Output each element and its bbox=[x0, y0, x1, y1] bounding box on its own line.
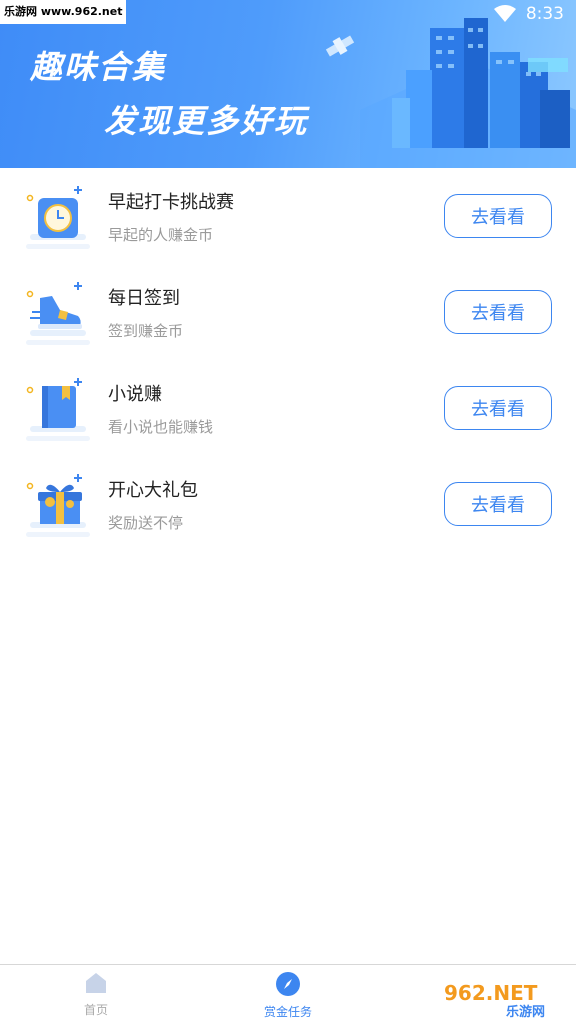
task-subtitle: 看小说也能赚钱 bbox=[108, 418, 214, 436]
tab-label: 首页 bbox=[83, 1003, 108, 1017]
compass-icon bbox=[276, 972, 300, 996]
task-title: 早起打卡挑战赛 bbox=[108, 192, 234, 213]
task-item-gift-pack: 开心大礼包 奖励送不停 去看看 bbox=[0, 468, 576, 564]
task-title: 小说赚 bbox=[108, 384, 162, 405]
tab-label: 赏金任务 bbox=[263, 1005, 312, 1019]
task-subtitle: 签到赚金币 bbox=[108, 322, 184, 340]
watermark-label: 乐游网 www.962.net bbox=[0, 0, 127, 24]
task-title: 每日签到 bbox=[108, 288, 180, 309]
gift-icon bbox=[26, 474, 90, 537]
clock-icon bbox=[26, 186, 90, 249]
task-item-novel: 小说赚 看小说也能赚钱 去看看 bbox=[0, 372, 576, 468]
go-see-button[interactable]: 去看看 bbox=[444, 386, 552, 430]
home-icon bbox=[86, 973, 106, 993]
book-icon bbox=[26, 378, 90, 441]
task-title: 开心大礼包 bbox=[108, 480, 198, 501]
task-item-daily-signin: 每日签到 签到赚金币 去看看 bbox=[0, 276, 576, 372]
go-see-button[interactable]: 去看看 bbox=[444, 194, 552, 238]
banner-title: 趣味合集 bbox=[30, 48, 167, 86]
banner-subtitle: 发现更多好玩 bbox=[104, 102, 309, 140]
tab-home[interactable]: 首页 bbox=[56, 971, 136, 1018]
city-illustration bbox=[325, 18, 576, 168]
site-watermark-logo: 962.NET 乐游网 bbox=[436, 976, 572, 1020]
header-banner: 乐游网 www.962.net 8:33 趣味合集 发现更多好玩 bbox=[0, 0, 576, 168]
wifi-icon bbox=[493, 5, 516, 22]
status-bar: 8:33 bbox=[493, 4, 564, 24]
task-item-early-checkin: 早起打卡挑战赛 早起的人赚金币 去看看 bbox=[0, 180, 576, 276]
status-time: 8:33 bbox=[525, 4, 564, 24]
tab-bounty-tasks[interactable]: 赏金任务 bbox=[248, 971, 328, 1020]
svg-text:乐游网: 乐游网 bbox=[506, 1004, 545, 1020]
go-see-button[interactable]: 去看看 bbox=[444, 482, 552, 526]
svg-text:962.NET: 962.NET bbox=[444, 981, 538, 1005]
task-subtitle: 早起的人赚金币 bbox=[108, 226, 214, 244]
sneaker-icon bbox=[26, 282, 90, 345]
go-see-button[interactable]: 去看看 bbox=[444, 290, 552, 334]
task-subtitle: 奖励送不停 bbox=[108, 514, 184, 532]
